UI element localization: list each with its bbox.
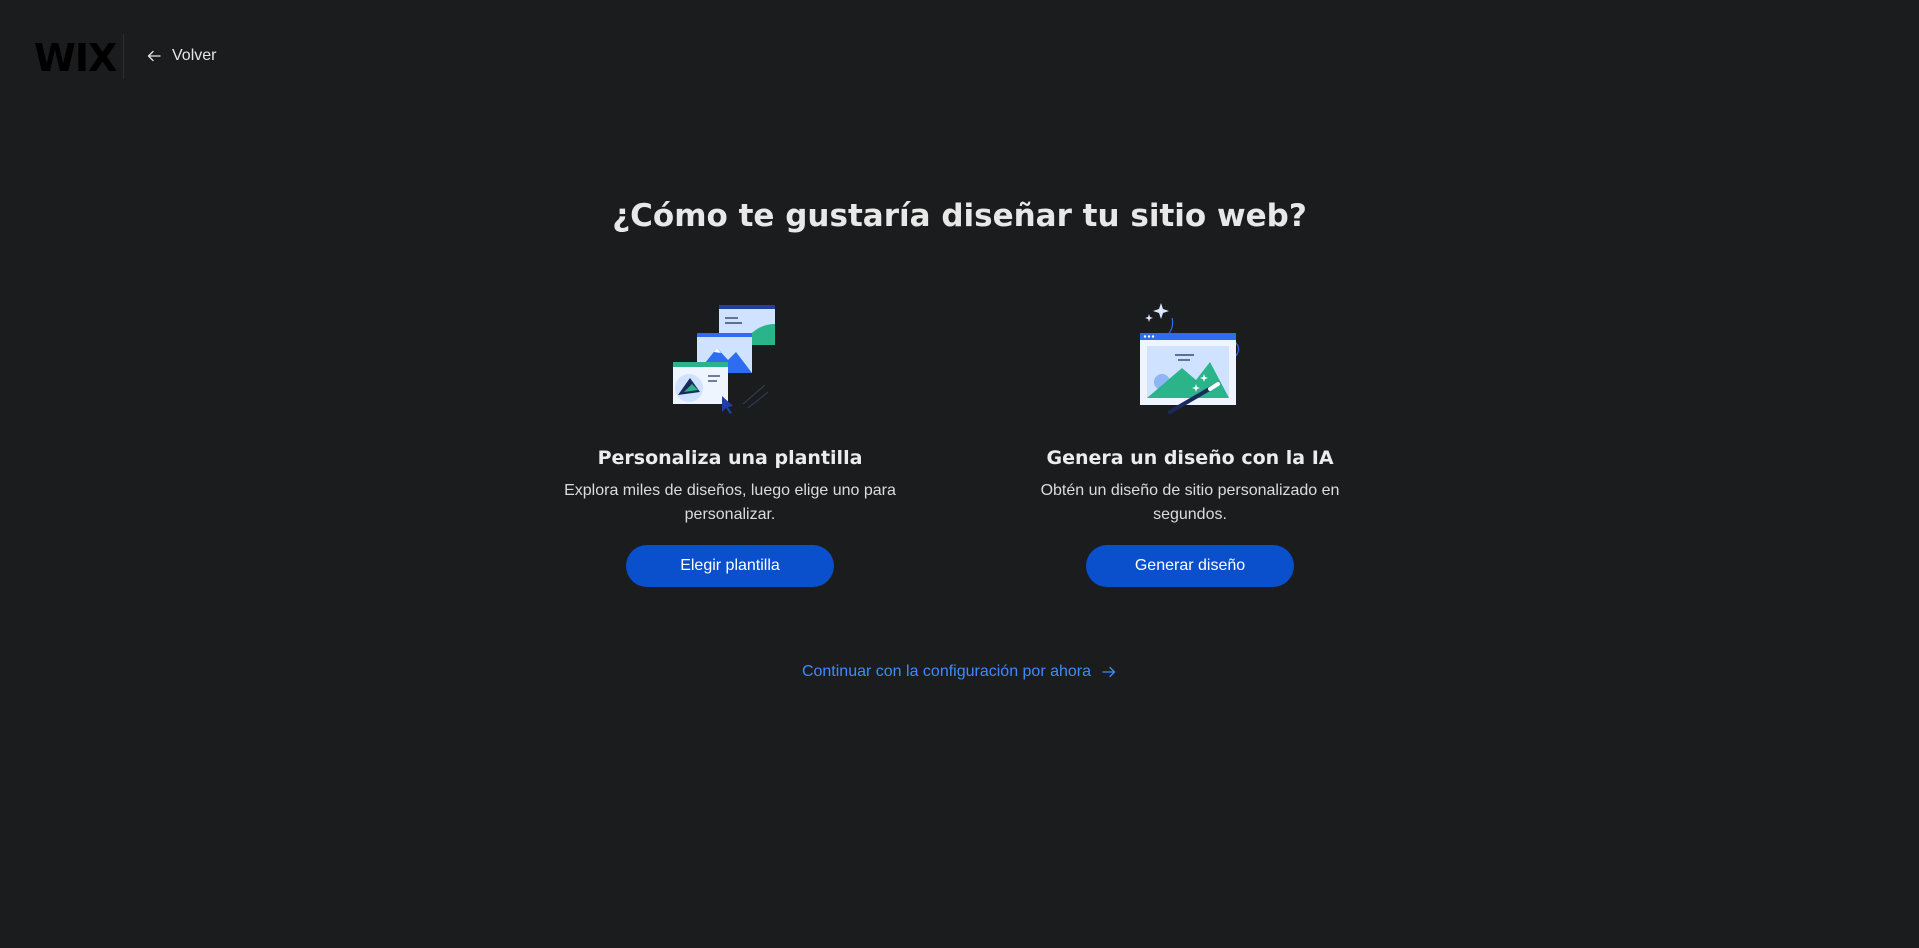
- option-card-ai: Genera un diseño con la IA Obtén un dise…: [990, 300, 1390, 587]
- templates-illustration: [673, 305, 775, 414]
- option-title: Genera un diseño con la IA: [1046, 447, 1334, 469]
- ai-design-illustration: [1140, 303, 1240, 414]
- page-title: ¿Cómo te gustaría diseñar tu sitio web?: [612, 198, 1307, 234]
- arrow-left-icon: [146, 48, 162, 64]
- choose-template-button[interactable]: Elegir plantilla: [626, 545, 834, 587]
- continue-setup-link[interactable]: Continuar con la configuración por ahora: [802, 660, 1117, 684]
- option-description: Explora miles de diseños, luego elige un…: [564, 482, 896, 523]
- generate-design-button[interactable]: Generar diseño: [1086, 545, 1294, 587]
- option-card-template: Personaliza una plantilla Explora miles …: [530, 300, 930, 587]
- wix-logo[interactable]: WIX: [34, 38, 117, 78]
- header: WIX Volver: [0, 0, 1919, 114]
- option-description: Obtén un diseño de sitio personalizado e…: [1040, 482, 1340, 523]
- back-label: Volver: [172, 47, 217, 64]
- header-divider: [123, 34, 124, 79]
- continue-setup: Continuar con la configuración por ahora: [0, 660, 1919, 684]
- arrow-right-icon: [1101, 664, 1117, 680]
- continue-setup-label: Continuar con la configuración por ahora: [801, 663, 1092, 680]
- option-title: Personaliza una plantilla: [597, 447, 863, 469]
- back-button[interactable]: Volver: [146, 44, 216, 68]
